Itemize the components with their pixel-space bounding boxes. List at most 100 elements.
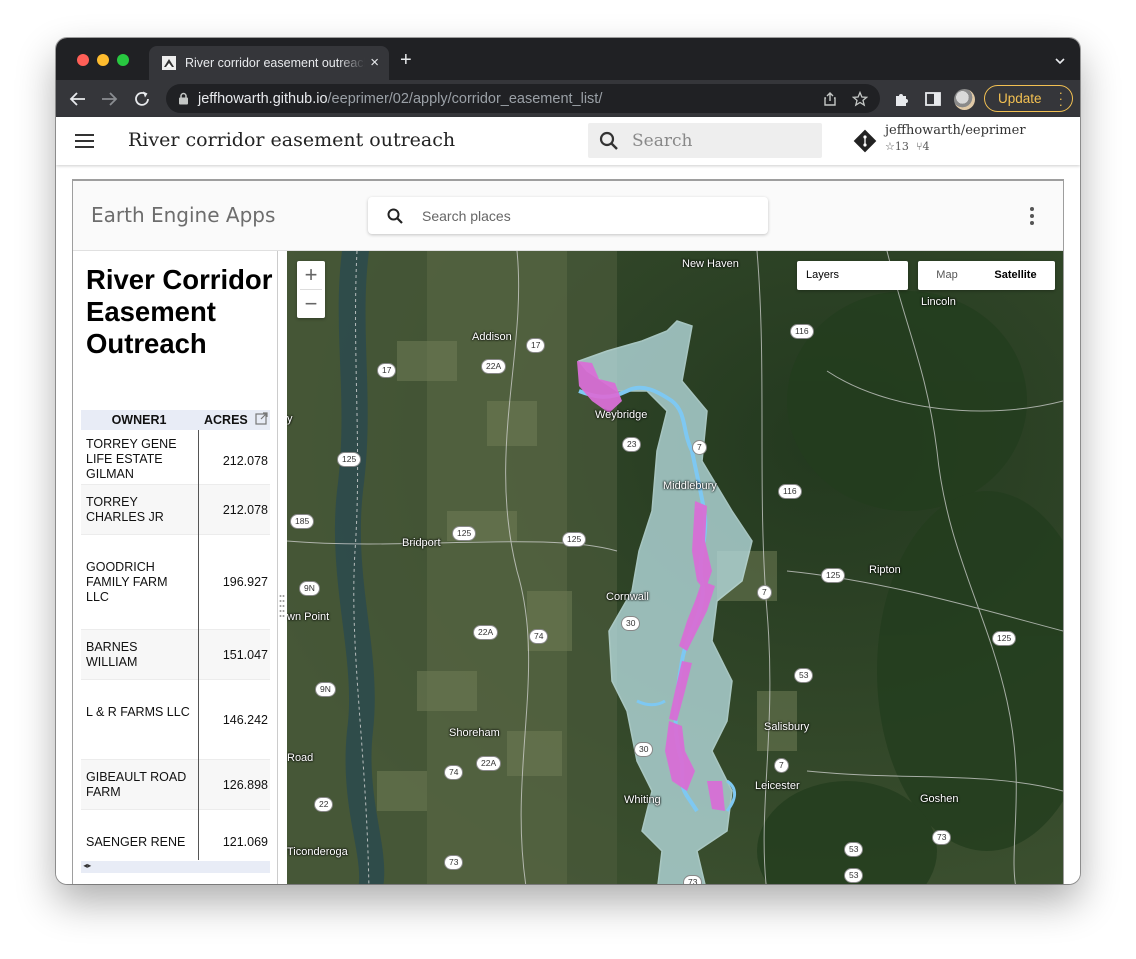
- route-shield: 125: [337, 452, 362, 467]
- route-shield: 125: [992, 631, 1017, 646]
- horizontal-scrollbar[interactable]: ◂▸: [81, 861, 270, 873]
- panel-resize-handle[interactable]: [279, 593, 285, 621]
- address-bar[interactable]: jeffhowarth.github.io/eeprimer/02/apply/…: [166, 84, 880, 113]
- back-arrow-icon[interactable]: [68, 89, 88, 109]
- route-shield: 116: [790, 324, 814, 339]
- search-icon: [387, 208, 403, 224]
- site-search-input[interactable]: Search: [588, 123, 822, 158]
- owner-cell: GIBEAULT ROAD FARM: [86, 770, 187, 799]
- browser-window: River corridor easement outreach × + jef…: [56, 38, 1080, 884]
- popout-icon[interactable]: [255, 412, 268, 425]
- column-header-owner[interactable]: OWNER1: [81, 413, 197, 427]
- owner-cell: TORREY CHARLES JR: [86, 495, 164, 524]
- table-row[interactable]: BARNES WILLIAM 151.047: [81, 630, 270, 680]
- repo-link[interactable]: jeffhowarth/eeprimer ☆13 ⑂4: [853, 123, 1026, 159]
- route-shield: 125: [821, 568, 846, 583]
- update-button[interactable]: Update · · ·: [984, 85, 1073, 112]
- close-window-button[interactable]: [77, 54, 89, 66]
- url-path: /eeprimer/02/apply/corridor_easement_lis…: [327, 90, 603, 107]
- acres-cell: 121.069: [222, 835, 268, 849]
- map-view[interactable]: + − Layers Map Satellite New Haven Linco…: [287, 251, 1063, 884]
- map-place-label: Cornwall: [606, 591, 649, 603]
- minimize-window-button[interactable]: [97, 54, 109, 66]
- ee-header: Earth Engine Apps Search places: [73, 181, 1063, 251]
- reload-icon[interactable]: [132, 89, 152, 109]
- search-icon: [599, 131, 618, 150]
- map-type-map-button[interactable]: Map: [918, 261, 976, 290]
- ee-title: Earth Engine Apps: [91, 203, 276, 227]
- bookmark-star-icon[interactable]: [851, 90, 869, 107]
- map-place-label: Weybridge: [595, 409, 648, 421]
- repo-name: jeffhowarth/eeprimer: [885, 123, 1026, 138]
- star-icon: ☆: [885, 140, 895, 153]
- table-row[interactable]: GOODRICH FAMILY FARM LLC 196.927: [81, 535, 270, 630]
- tab-title: River corridor easement outreach: [185, 56, 365, 70]
- table-row[interactable]: L & R FARMS LLC 146.242: [81, 680, 270, 760]
- tab-strip: River corridor easement outreach × +: [56, 38, 1080, 80]
- map-place-label: Shoreham: [449, 727, 500, 739]
- map-place-label: Middlebury: [663, 480, 717, 492]
- table-row[interactable]: GIBEAULT ROAD FARM 126.898: [81, 760, 270, 810]
- more-vertical-icon: · · ·: [1058, 85, 1063, 112]
- page-title: River corridor easement outreach: [128, 129, 456, 151]
- route-shield: 53: [844, 868, 864, 883]
- map-place-label: Leicester: [755, 780, 800, 792]
- column-header-acres[interactable]: ACRES: [204, 413, 248, 427]
- profile-avatar[interactable]: [954, 89, 975, 110]
- page-content: Earth Engine Apps Search places River Co…: [56, 165, 1080, 884]
- repo-forks: 4: [922, 140, 930, 153]
- route-shield: 17: [526, 338, 546, 353]
- owner-cell: GOODRICH FAMILY FARM LLC: [86, 560, 168, 604]
- map-place-label: wn Point: [287, 611, 330, 623]
- route-shield: 7: [757, 585, 772, 600]
- route-shield: 17: [377, 363, 397, 378]
- table-row[interactable]: TORREY CHARLES JR 212.078: [81, 485, 270, 535]
- search-places-input[interactable]: Search places: [368, 197, 768, 234]
- route-shield: 7: [774, 758, 789, 773]
- side-panel-icon[interactable]: [924, 90, 942, 108]
- site-search-placeholder: Search: [632, 130, 693, 151]
- git-logo-icon: [853, 129, 877, 153]
- new-tab-button[interactable]: +: [400, 50, 412, 70]
- update-label: Update: [998, 91, 1042, 106]
- route-shield: 22A: [473, 625, 499, 640]
- map-place-label: Addison: [472, 331, 512, 343]
- map-place-label: Lincoln: [921, 296, 956, 308]
- url-host: jeffhowarth.github.io: [198, 90, 328, 107]
- table-header: OWNER1 ACRES: [81, 410, 270, 430]
- hamburger-menu-icon[interactable]: [75, 134, 94, 149]
- acres-cell: 196.927: [222, 575, 268, 589]
- column-divider: [198, 430, 199, 860]
- share-icon[interactable]: [822, 91, 838, 107]
- satellite-map: [287, 251, 1063, 884]
- more-options-icon[interactable]: [1030, 207, 1034, 225]
- zoom-in-button[interactable]: +: [297, 261, 325, 289]
- table-row[interactable]: TORREY GENE LIFE ESTATE GILMAN 212.078: [81, 430, 270, 485]
- route-shield: 22A: [476, 756, 502, 771]
- route-shield: 30: [621, 616, 641, 631]
- zoom-out-button[interactable]: −: [297, 290, 325, 318]
- owner-cell: SAENGER RENE: [86, 835, 186, 849]
- acres-cell: 151.047: [222, 648, 268, 662]
- tab-active[interactable]: River corridor easement outreach ×: [149, 46, 389, 80]
- table-row[interactable]: SAENGER RENE 121.069: [81, 810, 270, 861]
- route-shield: 30: [634, 742, 654, 757]
- forward-arrow-icon[interactable]: [99, 89, 119, 109]
- route-shield: 74: [529, 629, 549, 644]
- owner-cell: TORREY GENE LIFE ESTATE GILMAN: [86, 437, 177, 481]
- extensions-puzzle-icon[interactable]: [893, 90, 911, 108]
- owner-cell: BARNES WILLIAM: [86, 640, 138, 669]
- tab-close-icon[interactable]: ×: [370, 54, 379, 71]
- map-type-toggle: Map Satellite: [918, 261, 1055, 290]
- route-shield: 7: [692, 440, 707, 455]
- chevron-down-icon[interactable]: [1054, 54, 1066, 66]
- map-type-satellite-button[interactable]: Satellite: [976, 261, 1055, 290]
- layers-button[interactable]: Layers: [797, 261, 908, 290]
- site-favicon-icon: [161, 55, 177, 71]
- side-panel: River Corridor Easement Outreach OWNER1 …: [73, 251, 278, 884]
- acres-cell: 126.898: [222, 778, 268, 792]
- map-place-label: Road: [287, 752, 314, 764]
- route-shield: 9N: [315, 682, 336, 697]
- maximize-window-button[interactable]: [117, 54, 129, 66]
- map-place-label: Ripton: [869, 564, 901, 576]
